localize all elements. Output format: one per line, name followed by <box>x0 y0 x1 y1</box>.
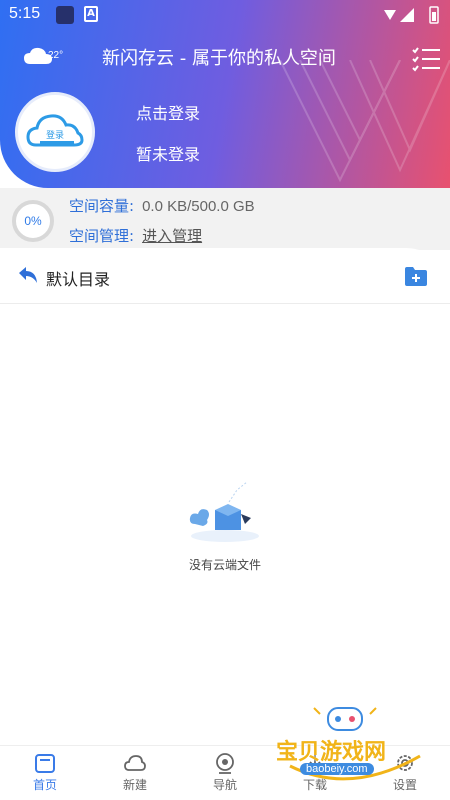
empty-box-illustration <box>189 481 259 542</box>
login-link[interactable]: 点击登录 <box>136 100 200 124</box>
manage-label: 空间管理: <box>69 227 135 245</box>
watermark-url: baobeiy.com <box>300 763 374 775</box>
menu-list-icon[interactable] <box>412 46 442 72</box>
nav-home-label: 首页 <box>32 778 57 792</box>
status-time: 5:15 <box>9 5 41 22</box>
capacity-value: 0.0 KB/500.0 GB <box>142 198 255 215</box>
avatar-login-text: 登录 <box>46 130 64 141</box>
nav-home[interactable]: 首页 <box>0 752 90 798</box>
nav-navigation[interactable]: 导航 <box>180 752 270 798</box>
navigation-icon <box>216 753 234 774</box>
nav-new[interactable]: 新建 <box>90 752 180 798</box>
add-folder-icon[interactable] <box>404 265 428 287</box>
home-icon <box>35 754 55 773</box>
cloud-login-icon: 登录 <box>26 114 84 147</box>
back-arrow-icon[interactable] <box>17 265 39 287</box>
app-title: 新闪存云 - 属于你的私人空间 <box>102 48 336 69</box>
decorative-v-pattern <box>279 60 450 183</box>
storage-manage-row: 空间管理: 进入管理 <box>69 225 202 246</box>
watermark-text: 宝贝游戏网 <box>276 740 387 765</box>
signal-battery-icon <box>384 6 439 24</box>
login-status: 暂未登录 <box>136 145 201 164</box>
storage-usage-ring: 0% <box>12 200 54 242</box>
status-bar: 5:15 A <box>0 0 450 30</box>
avatar[interactable]: 登录 <box>15 92 95 172</box>
directory-title: 默认目录 <box>46 270 111 289</box>
storage-percent: 0% <box>24 214 42 228</box>
nav-navigation-label: 导航 <box>212 778 237 792</box>
cloud-icon <box>124 755 146 771</box>
capacity-label: 空间容量: <box>69 197 135 215</box>
nav-new-label: 新建 <box>122 778 147 792</box>
app-notification-icon: A <box>84 6 98 22</box>
weather-temperature: 22° <box>48 50 64 61</box>
empty-state-text: 没有云端文件 <box>188 558 261 572</box>
manage-link[interactable]: 进入管理 <box>142 227 202 245</box>
storage-capacity-row: 空间容量: 0.0 KB/500.0 GB <box>69 195 255 216</box>
notification-icon <box>56 6 74 24</box>
